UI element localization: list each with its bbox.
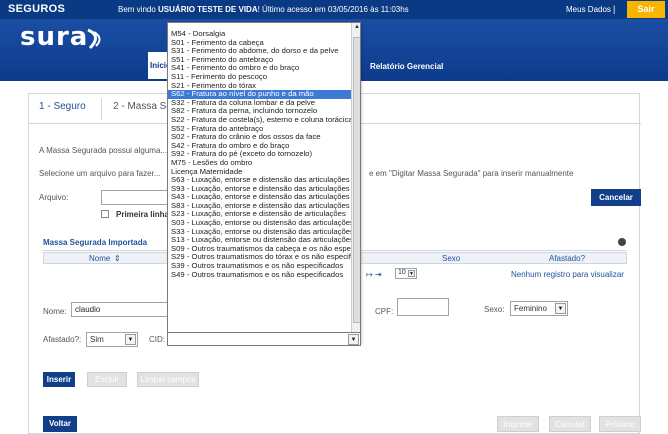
user-name: USUÁRIO TESTE DE VIDA xyxy=(158,5,258,14)
first-line-label: Primeira linha xyxy=(116,210,169,219)
cid-option[interactable]: S29 - Outros traumatismos do tórax e os … xyxy=(168,253,351,262)
cid-option[interactable]: S49 - Outros traumatismos e os não espec… xyxy=(168,271,351,280)
file-input[interactable] xyxy=(101,190,171,205)
cid-option[interactable]: S31 - Ferimento do abdome, do dorso e da… xyxy=(168,47,351,56)
logo-text: sura xyxy=(20,22,89,52)
print-button[interactable]: Imprimir xyxy=(497,416,539,432)
grid-col-sex[interactable]: Sexo xyxy=(442,254,460,263)
next-button[interactable]: Próximo xyxy=(599,416,641,432)
cid-option[interactable]: S62 - Fratura ao nível do punho e da mão xyxy=(168,90,351,99)
cid-option[interactable]: S43 - Luxação, entorse e distensão das a… xyxy=(168,193,351,202)
my-data-link[interactable]: Meus Dados xyxy=(566,5,611,14)
cid-option[interactable]: S11 - Ferimento do pescoço xyxy=(168,73,351,82)
cancel-button[interactable]: Cancelar xyxy=(591,189,641,206)
cid-option[interactable]: S03 - Luxação, entorse ou distensão das … xyxy=(168,219,351,228)
cid-option[interactable]: S33 - Luxação, entorse ou distensão das … xyxy=(168,228,351,237)
cid-option[interactable]: S22 - Fratura de costela(s), esterno e c… xyxy=(168,116,351,125)
grid-col-name[interactable]: Nome xyxy=(89,254,110,263)
cid-option[interactable]: S51 - Ferimento do antebraço xyxy=(168,56,351,65)
cid-option[interactable]: S02 - Fratura do crânio e dos ossos da f… xyxy=(168,133,351,142)
scrollbar-thumb[interactable] xyxy=(353,37,360,323)
sex-label: Sexo: xyxy=(484,305,505,314)
file-label: Arquivo: xyxy=(39,193,69,202)
sort-icon: ⇕ xyxy=(114,254,121,263)
cid-dropdown-list[interactable]: M54 - Dorsalgia S01 - Ferimento da cabeça… xyxy=(167,22,361,343)
nav-relatorio-gerencial[interactable]: Relatório Gerencial xyxy=(370,62,443,71)
sex-select[interactable]: Feminino ▼ xyxy=(510,301,568,316)
cid-option[interactable]: S83 - Luxação, entorse e distensão das a… xyxy=(168,202,351,211)
chevron-down-icon: ▼ xyxy=(125,334,136,345)
cid-option[interactable]: S39 - Outros traumatismos e os não espec… xyxy=(168,262,351,271)
cid-options[interactable]: M54 - Dorsalgia S01 - Ferimento da cabeça… xyxy=(168,30,351,279)
name-label: Nome: xyxy=(43,307,67,316)
cid-option[interactable]: S63 - Luxação, entorse e distensão das a… xyxy=(168,176,351,185)
select-file-text: Selecione um arquivo para fazer... xyxy=(39,169,161,178)
cid-option[interactable]: S82 - Fratura da perna, incluindo tornoz… xyxy=(168,107,351,116)
cid-option[interactable]: M75 - Lesões do ombro xyxy=(168,159,351,168)
tab-divider xyxy=(101,98,102,120)
page-size-select[interactable]: 10 ▼ xyxy=(395,268,417,279)
grid-title: Massa Segurada Importada xyxy=(43,238,148,247)
top-bar: SEGUROS Bem vindo USUÁRIO TESTE DE VIDA!… xyxy=(0,0,668,19)
tab-seguro[interactable]: 1 - Seguro xyxy=(39,101,86,112)
cid-option[interactable]: S01 - Ferimento da cabeça xyxy=(168,39,351,48)
no-records-text: Nenhum registro para visualizar xyxy=(511,270,624,279)
logout-button[interactable]: Sair xyxy=(627,1,665,18)
cid-option[interactable]: S21 - Ferimento do tórax xyxy=(168,82,351,91)
insert-button[interactable]: Inserir xyxy=(43,372,75,387)
cid-option[interactable]: S23 - Luxação, entorse e distensão de ar… xyxy=(168,210,351,219)
away-label: Afastado?: xyxy=(43,335,82,344)
intro-text: A Massa Segurada possui alguma... xyxy=(39,146,168,155)
grid-collapse-icon[interactable] xyxy=(618,238,626,246)
cid-option[interactable]: S13 - Luxação, entorse ou distensão das … xyxy=(168,236,351,245)
chevron-down-icon: ▼ xyxy=(555,303,566,314)
cid-option[interactable]: S32 - Fratura da coluna lombar e da pelv… xyxy=(168,99,351,108)
logo-swoosh-icon xyxy=(87,28,101,50)
chevron-down-icon[interactable]: ▼ xyxy=(348,334,359,345)
cid-option[interactable]: Licença Maternidade xyxy=(168,168,351,177)
pager-next-icon[interactable]: ↦ ⇥ xyxy=(366,270,382,279)
cpf-label: CPF: xyxy=(375,307,394,316)
cpf-input[interactable] xyxy=(397,298,449,316)
brand-seguros: SEGUROS xyxy=(8,3,66,15)
cid-option[interactable]: M54 - Dorsalgia xyxy=(168,30,351,39)
calc-button[interactable]: Calcular xyxy=(549,416,591,432)
welcome-text: Bem vindo USUÁRIO TESTE DE VIDA! Último … xyxy=(118,5,409,14)
cid-option[interactable]: S42 - Fratura do ombro e do braço xyxy=(168,142,351,151)
cid-select[interactable]: ▼ xyxy=(167,332,361,346)
scroll-up-icon[interactable]: ▲ xyxy=(352,24,360,34)
clear-button[interactable]: Limpar campos xyxy=(137,372,199,387)
away-select[interactable]: Sim ▼ xyxy=(86,332,138,347)
cid-label: CID: xyxy=(149,335,165,344)
separator: | xyxy=(613,4,616,14)
cid-option[interactable]: S93 - Luxação, entorse e distensão das a… xyxy=(168,185,351,194)
grid-col-away[interactable]: Afastado? xyxy=(549,254,585,263)
cid-option[interactable]: S92 - Fratura do pé (exceto do tornozelo… xyxy=(168,150,351,159)
cid-option[interactable]: S09 - Outros traumatismos da cabeça e os… xyxy=(168,245,351,254)
sura-logo: sura xyxy=(20,22,130,62)
chevron-down-icon: ▼ xyxy=(408,270,415,277)
back-button[interactable]: Voltar xyxy=(43,416,77,432)
cid-option[interactable]: S41 - Ferimento do ombro e do braço xyxy=(168,64,351,73)
cid-option[interactable]: S52 - Fratura do antebraço xyxy=(168,125,351,134)
select-file-text-right: e em "Digitar Massa Segurada" para inser… xyxy=(369,169,574,178)
first-line-checkbox[interactable] xyxy=(101,210,109,218)
dropdown-scrollbar[interactable]: ▲ ▼ xyxy=(351,23,360,342)
delete-button[interactable]: Excluir xyxy=(87,372,127,387)
